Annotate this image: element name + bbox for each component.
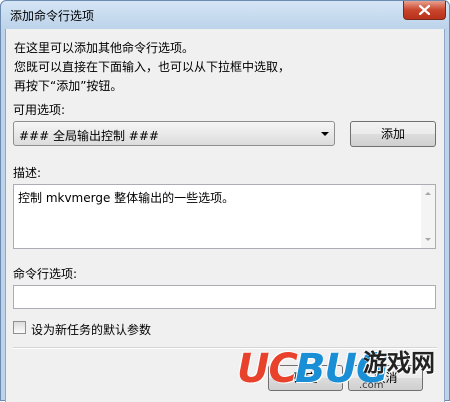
description-label: 描述: — [13, 166, 42, 180]
scroll-down-arrow-icon[interactable] — [425, 238, 431, 241]
watermark-url: .com — [359, 380, 384, 391]
watermark-brand-uc: UC — [237, 346, 298, 392]
set-default-checkbox-label[interactable]: 设为新任务的默认参数 — [31, 321, 151, 338]
chevron-down-icon — [321, 132, 329, 136]
command-line-options-label: 命令行选项: — [13, 267, 78, 281]
watermark-site-name: 游戏网 — [363, 349, 435, 377]
add-button[interactable]: 添加 — [350, 121, 436, 147]
intro-line-2: 您既可以直接在下面输入，也可以从下拉框中选取， — [14, 60, 291, 74]
close-icon — [419, 5, 430, 15]
intro-line-1: 在这里可以添加其他命令行选项。 — [14, 41, 195, 55]
add-command-line-options-dialog: 添加命令行选项 在这里可以添加其他命令行选项。 您既可以直接在下面输入，也可以从… — [0, 0, 450, 402]
available-options-selected: ### 全局输出控制 ### — [19, 129, 159, 143]
command-line-options-input[interactable] — [13, 285, 436, 309]
title-bar[interactable]: 添加命令行选项 — [1, 1, 449, 29]
watermark-logo: UC BUG 游戏网 .com — [237, 346, 447, 398]
intro-text: 在这里可以添加其他命令行选项。 您既可以直接在下面输入，也可以从下拉框中选取， … — [14, 39, 290, 96]
scroll-up-arrow-icon[interactable] — [425, 192, 431, 195]
close-button[interactable] — [403, 1, 446, 20]
description-text: 控制 mkvmerge 整体输出的一些选项。 — [18, 191, 235, 205]
available-options-dropdown[interactable]: ### 全局输出控制 ### — [13, 121, 335, 146]
description-scrollbar[interactable] — [421, 185, 435, 248]
intro-line-3: 再按下“添加”按钮。 — [14, 79, 123, 93]
window-title: 添加命令行选项 — [10, 9, 95, 23]
set-default-checkbox[interactable] — [13, 321, 26, 334]
available-options-label: 可用选项: — [13, 103, 66, 117]
description-textarea[interactable]: 控制 mkvmerge 整体输出的一些选项。 — [13, 184, 436, 249]
